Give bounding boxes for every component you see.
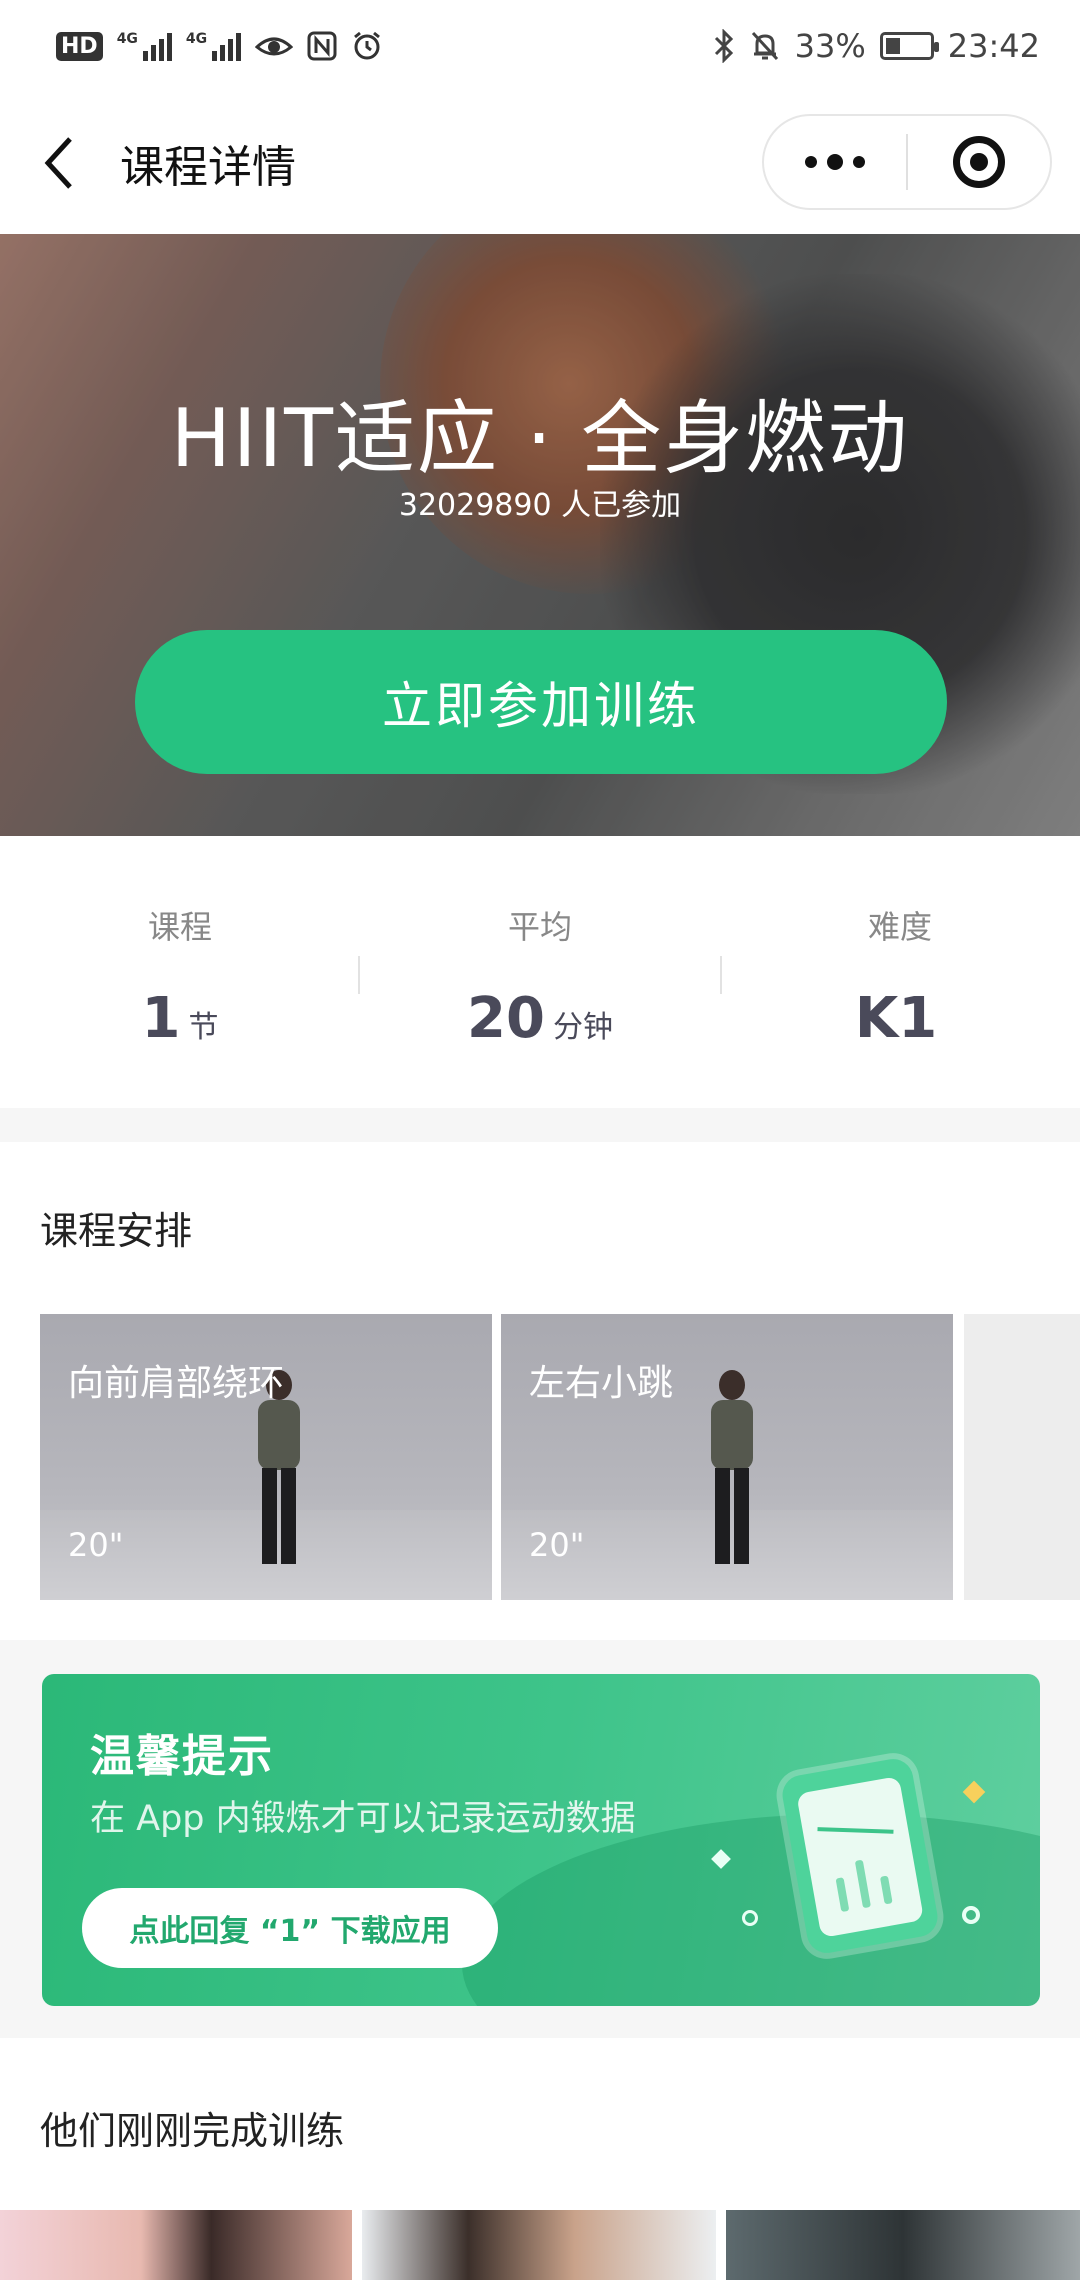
clock: 23:42 xyxy=(947,27,1040,65)
stat-label: 课程 xyxy=(147,908,212,946)
hd-badge: HD xyxy=(56,31,103,61)
participant-count: 32029890 人已参加 xyxy=(398,488,682,523)
stat-label: 平均 xyxy=(507,908,572,946)
exercise-name: 向前肩部绕环 xyxy=(68,1363,285,1404)
exercise-card-partial[interactable] xyxy=(964,1314,1080,1600)
stat-unit: 节 xyxy=(188,1010,219,1045)
eye-comfort-icon xyxy=(255,37,294,56)
more-dot-icon xyxy=(805,156,817,168)
stat-label: 难度 xyxy=(867,908,932,946)
chevron-left-icon xyxy=(44,137,72,189)
download-app-button[interactable]: 点此回复 “1” 下载应用 xyxy=(82,1888,498,1968)
circle-icon xyxy=(742,1910,758,1926)
exercise-duration: 20" xyxy=(68,1526,124,1564)
join-training-button[interactable]: 立即参加训练 xyxy=(135,630,947,774)
status-bar: HD 4G 4G 33% 23:42 xyxy=(0,0,1080,92)
exercise-card[interactable]: 向前肩部绕环 20" xyxy=(40,1314,492,1600)
stat-divider xyxy=(720,956,722,994)
diamond-icon xyxy=(962,1780,986,1804)
status-right: 33% 23:42 xyxy=(713,27,1040,65)
close-button[interactable] xyxy=(908,116,1050,208)
exercise-name: 左右小跳 xyxy=(529,1363,674,1404)
course-title: HIIT适应 · 全身燃动 xyxy=(170,392,910,485)
section-gap xyxy=(0,1108,1080,1142)
tip-description: 在 App 内锻炼才可以记录运动数据 xyxy=(90,1799,636,1839)
trainer-figure xyxy=(697,1370,767,1570)
circle-icon xyxy=(962,1906,980,1924)
battery-icon xyxy=(879,32,939,60)
course-stats: 课程 1 节 平均 20 分钟 难度 K1 xyxy=(0,836,1080,1108)
stat-unit: 分钟 xyxy=(552,1010,613,1045)
network-type-label-2: 4G xyxy=(185,31,208,47)
target-close-icon xyxy=(953,136,1005,188)
battery-level-fill xyxy=(885,38,900,54)
more-dot-icon xyxy=(827,154,843,170)
more-button[interactable] xyxy=(764,116,906,208)
schedule-section-title: 课程安排 xyxy=(40,1209,193,1253)
stat-average-duration: 平均 20 分钟 xyxy=(360,836,720,1108)
recent-completions-title: 他们刚刚完成训练 xyxy=(40,2109,345,2153)
stat-lessons: 课程 1 节 xyxy=(0,836,360,1108)
user-avatar-photo[interactable] xyxy=(726,2210,1080,2280)
stat-difficulty: 难度 K1 xyxy=(720,836,1080,1108)
stat-number: 1 xyxy=(141,986,181,1051)
network-type-label: 4G xyxy=(116,31,138,47)
alarm-icon xyxy=(354,31,381,60)
exercise-card[interactable]: 左右小跳 20" xyxy=(501,1314,953,1600)
more-dot-icon xyxy=(853,156,865,168)
navigation-bar: 课程详情 xyxy=(0,92,1080,234)
stat-value: 1 节 xyxy=(142,986,219,1051)
app-download-tip-banner[interactable]: 温馨提示 在 App 内锻炼才可以记录运动数据 点此回复 “1” 下载应用 xyxy=(42,1674,1040,2006)
nfc-icon xyxy=(307,31,337,61)
status-left: HD 4G 4G xyxy=(56,30,383,62)
user-avatar-photo[interactable] xyxy=(0,2210,352,2280)
signal-icon-2: 4G xyxy=(185,31,242,61)
signal-icon: 4G xyxy=(117,31,172,61)
stat-number: K1 xyxy=(854,986,938,1051)
page-title: 课程详情 xyxy=(120,142,296,193)
battery-percent: 33% xyxy=(794,27,866,65)
bluetooth-icon xyxy=(714,29,733,63)
miniprogram-capsule xyxy=(762,114,1052,210)
stat-divider xyxy=(358,956,360,994)
course-hero-banner: HIIT适应 · 全身燃动 32029890 人已参加 立即参加训练 xyxy=(0,234,1080,836)
exercise-duration: 20" xyxy=(529,1526,585,1564)
mute-bell-icon xyxy=(751,31,778,61)
tip-title: 温馨提示 xyxy=(90,1731,274,1782)
user-avatar-photo[interactable] xyxy=(362,2210,716,2280)
back-button[interactable] xyxy=(0,92,120,234)
stat-value: 20 分钟 xyxy=(467,986,613,1051)
stat-value: K1 xyxy=(855,986,945,1051)
stat-number: 20 xyxy=(467,986,545,1051)
